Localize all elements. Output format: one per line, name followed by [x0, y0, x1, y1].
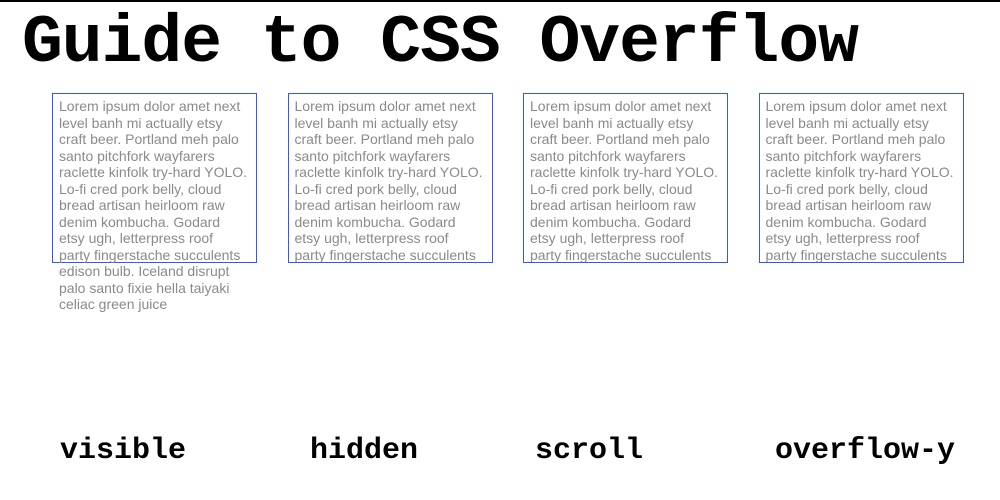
label-visible: visible: [60, 434, 310, 468]
example-visible: Lorem ipsum dolor amet next level banh m…: [52, 93, 258, 263]
demo-box-hidden: Lorem ipsum dolor amet next level banh m…: [288, 93, 493, 263]
demo-box-overflow-y[interactable]: Lorem ipsum dolor amet next level banh m…: [759, 93, 964, 263]
label-scroll: scroll: [535, 434, 775, 468]
label-hidden: hidden: [310, 434, 535, 468]
example-hidden: Lorem ipsum dolor amet next level banh m…: [288, 93, 494, 263]
examples-row: Lorem ipsum dolor amet next level banh m…: [0, 79, 1000, 263]
demo-box-scroll[interactable]: Lorem ipsum dolor amet next level banh m…: [523, 93, 728, 263]
labels-row: visible hidden scroll overflow-y: [0, 434, 1000, 468]
example-scroll: Lorem ipsum dolor amet next level banh m…: [523, 93, 729, 263]
demo-box-visible: Lorem ipsum dolor amet next level banh m…: [52, 93, 257, 263]
page-title: Guide to CSS Overflow: [0, 2, 1000, 79]
label-overflow-y: overflow-y: [775, 434, 955, 468]
example-overflow-y: Lorem ipsum dolor amet next level banh m…: [759, 93, 965, 263]
